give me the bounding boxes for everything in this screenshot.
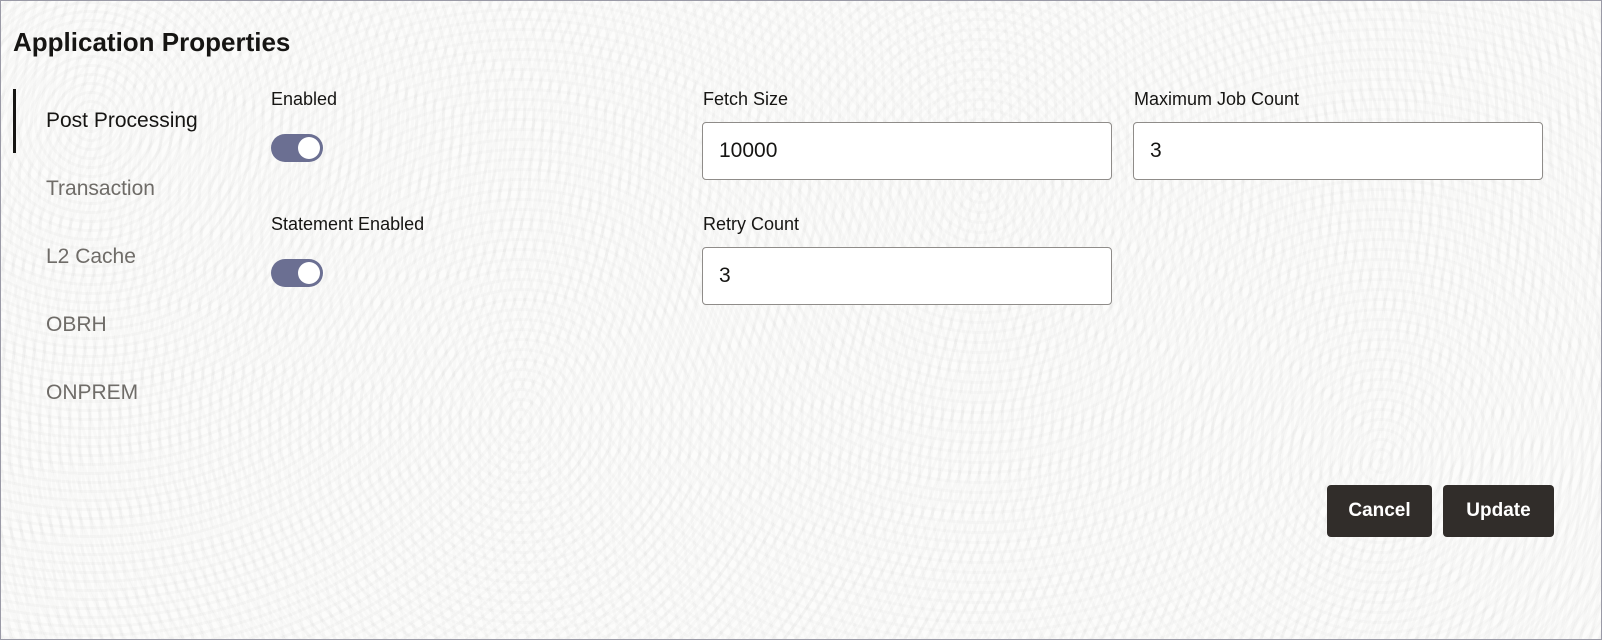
statement-enabled-label: Statement Enabled bbox=[271, 214, 425, 234]
nav-item-onprem[interactable]: ONPREM bbox=[1, 359, 241, 427]
application-properties-panel: Application Properties Post Processing T… bbox=[0, 0, 1602, 640]
max-job-count-input[interactable] bbox=[1134, 123, 1542, 179]
nav-item-post-processing[interactable]: Post Processing bbox=[1, 87, 241, 155]
retry-count-label: Retry Count bbox=[703, 214, 800, 234]
nav-item-l2-cache[interactable]: L2 Cache bbox=[1, 223, 241, 291]
statement-enabled-toggle[interactable] bbox=[271, 259, 323, 287]
retry-count-input[interactable] bbox=[703, 248, 1111, 304]
properties-nav: Post Processing Transaction L2 Cache OBR… bbox=[1, 87, 241, 427]
max-job-count-label: Maximum Job Count bbox=[1134, 89, 1300, 109]
enabled-toggle[interactable] bbox=[271, 134, 323, 162]
retry-count-field bbox=[702, 247, 1112, 305]
fetch-size-input[interactable] bbox=[703, 123, 1111, 179]
fetch-size-field bbox=[702, 122, 1112, 180]
max-job-count-field bbox=[1133, 122, 1543, 180]
enabled-label: Enabled bbox=[271, 89, 338, 109]
nav-item-obrh[interactable]: OBRH bbox=[1, 291, 241, 359]
nav-item-transaction[interactable]: Transaction bbox=[1, 155, 241, 223]
toggle-knob bbox=[298, 262, 320, 284]
fetch-size-label: Fetch Size bbox=[703, 89, 789, 109]
update-button[interactable]: Update bbox=[1443, 485, 1554, 537]
page-title: Application Properties bbox=[13, 27, 291, 57]
cancel-button[interactable]: Cancel bbox=[1327, 485, 1432, 537]
toggle-knob bbox=[298, 137, 320, 159]
